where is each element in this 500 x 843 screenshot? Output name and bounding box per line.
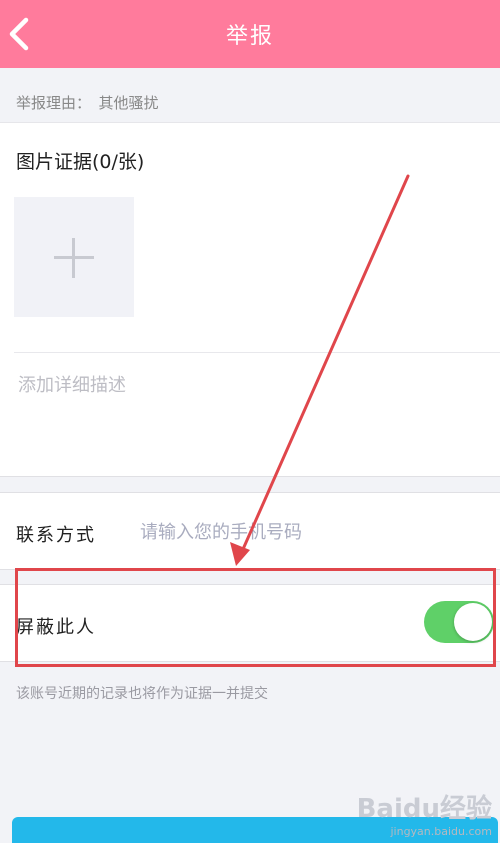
add-photo-button[interactable] <box>14 197 134 317</box>
app-header: 举报 <box>0 0 500 68</box>
phone-input[interactable] <box>138 515 482 549</box>
block-user-row: 屏蔽此人 <box>0 584 500 662</box>
contact-row: 联系方式 <box>0 492 500 570</box>
photo-evidence-title: 图片证据(0/张) <box>16 151 145 173</box>
submit-button[interactable] <box>12 817 498 843</box>
toggle-knob <box>454 603 492 641</box>
divider <box>14 352 500 353</box>
report-reason: 举报理由： 其他骚扰 <box>16 94 159 112</box>
description-input[interactable] <box>16 369 490 453</box>
block-hint-text: 该账号近期的记录也将作为证据一并提交 <box>16 686 268 702</box>
contact-label: 联系方式 <box>16 525 96 546</box>
block-user-label: 屏蔽此人 <box>16 617 96 638</box>
page-title: 举报 <box>225 24 274 49</box>
block-user-toggle[interactable] <box>424 601 494 643</box>
evidence-card: 图片证据(0/张) <box>0 122 500 477</box>
